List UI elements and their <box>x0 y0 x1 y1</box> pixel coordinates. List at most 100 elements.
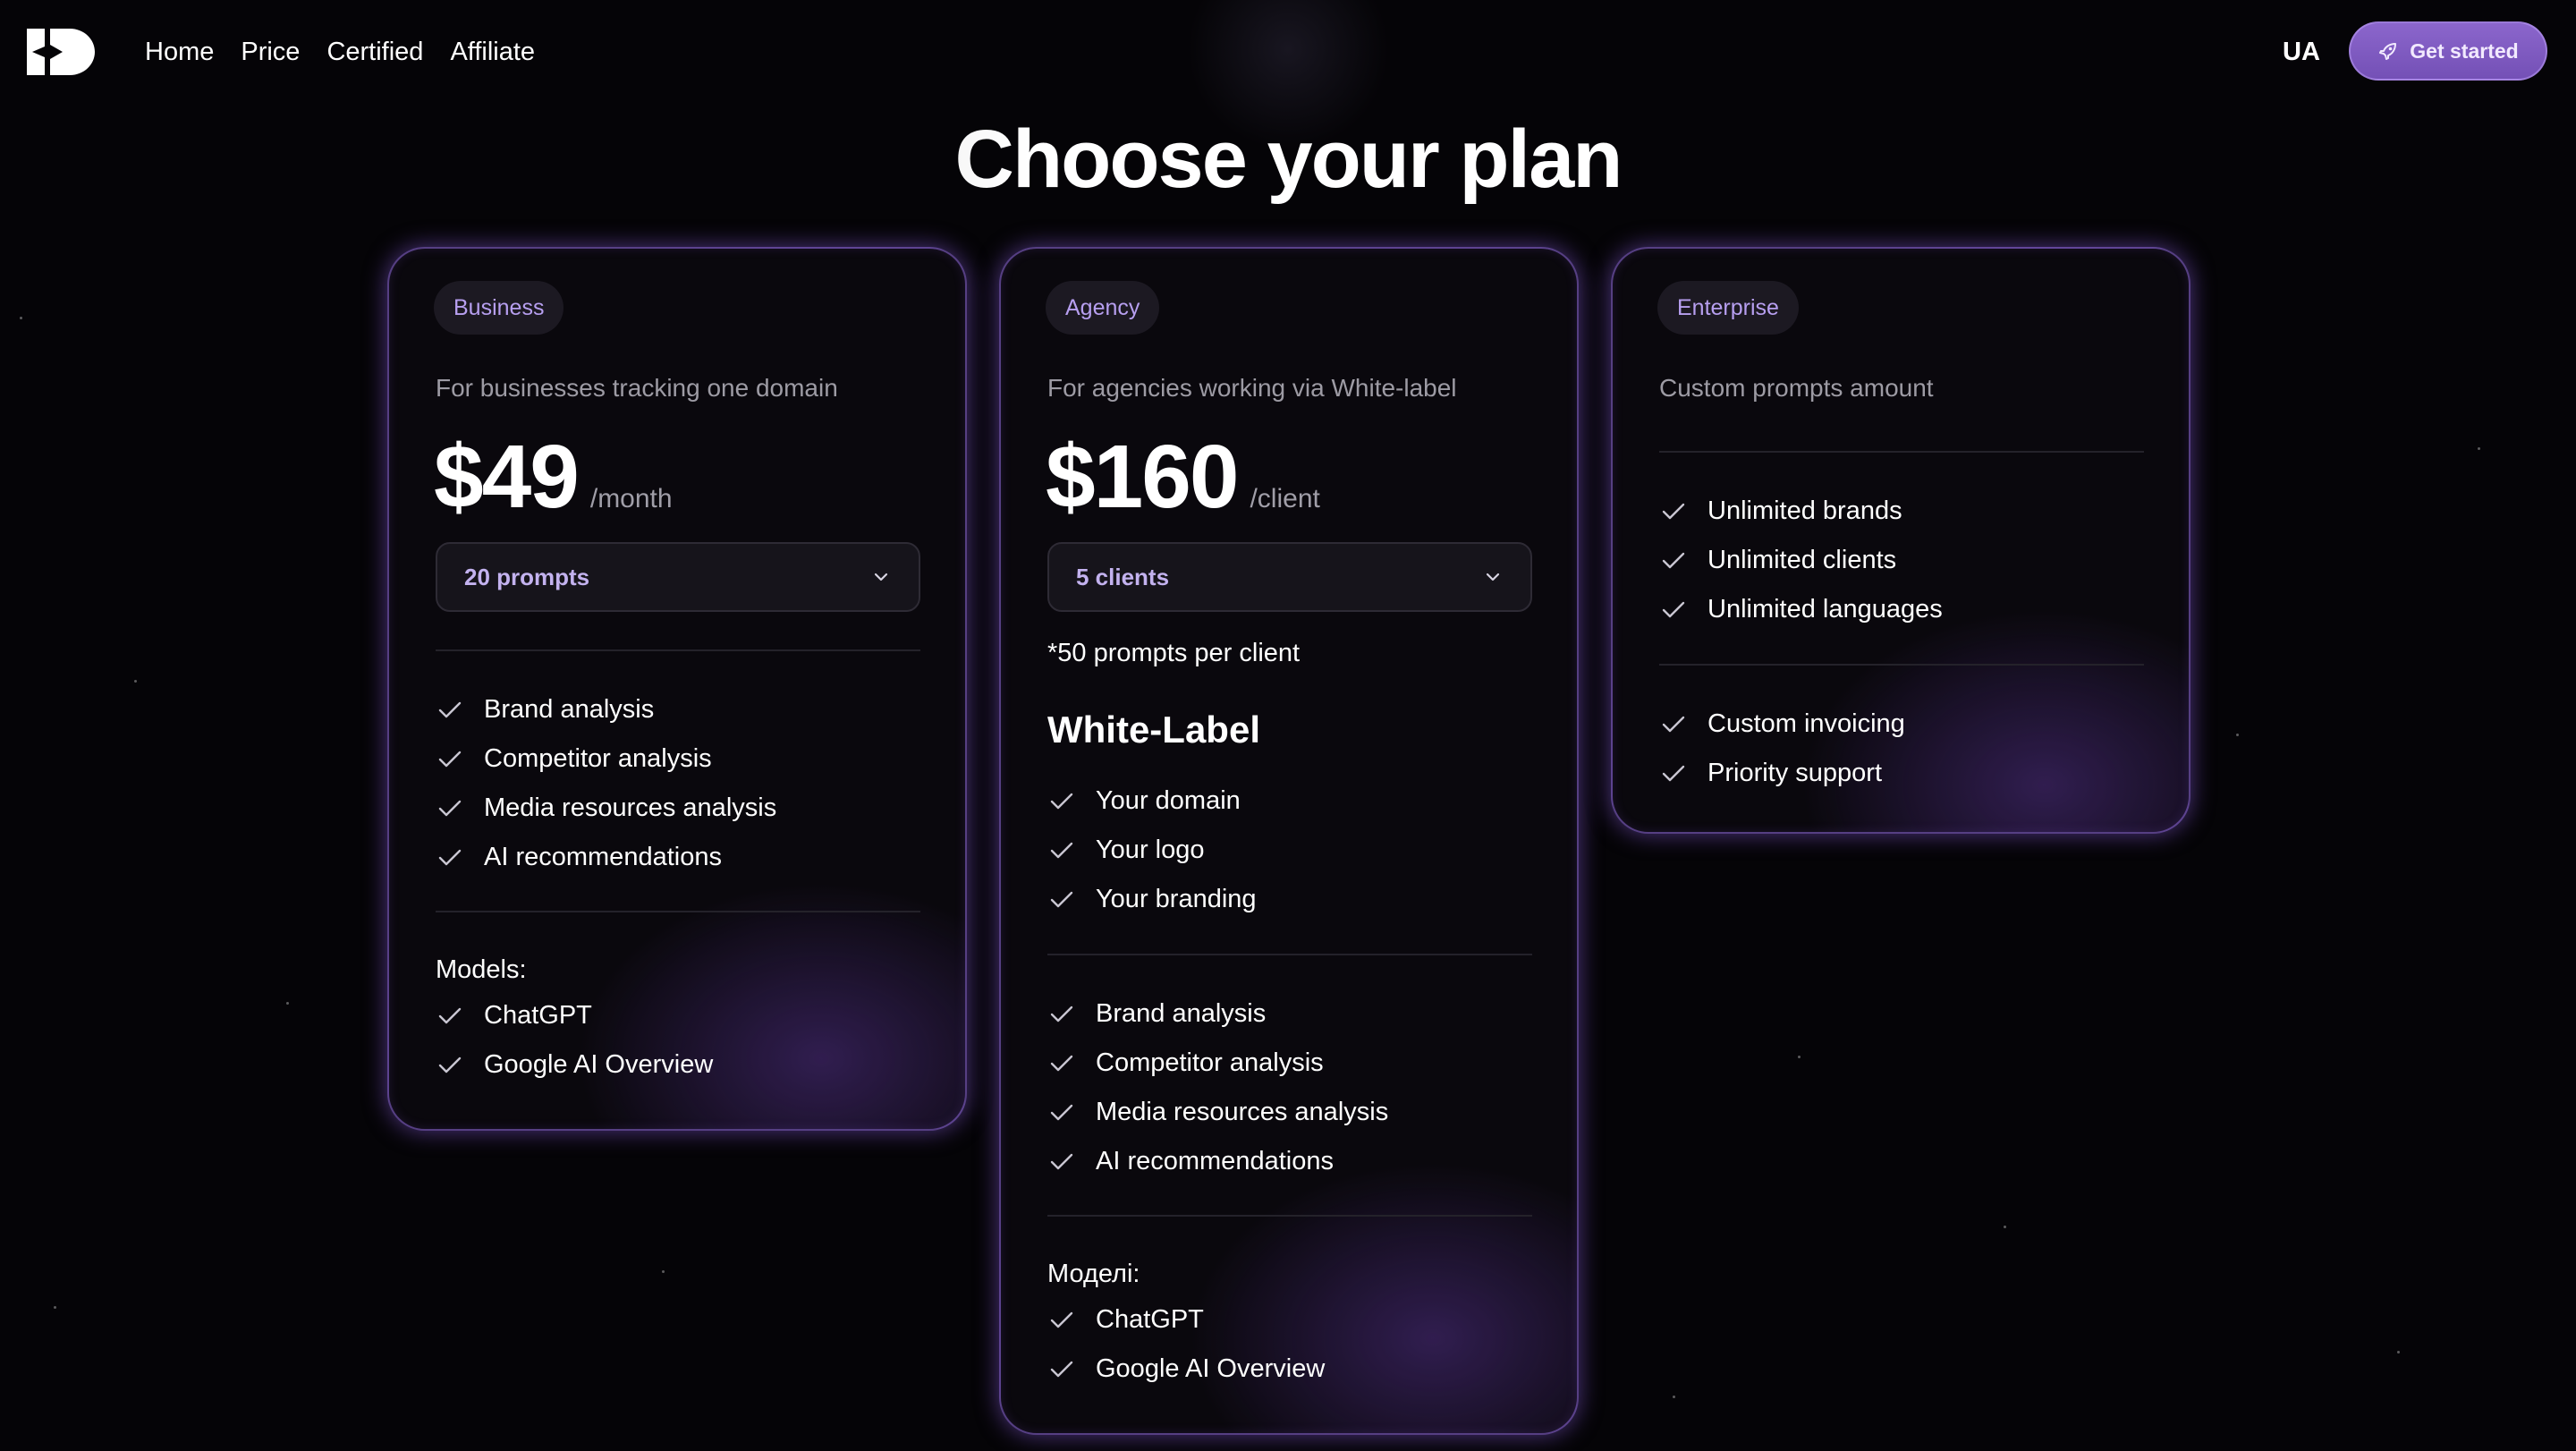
divider <box>436 649 920 651</box>
list-item: Competitor analysis <box>436 734 920 784</box>
check-icon <box>1662 765 1685 781</box>
star <box>662 1270 665 1273</box>
prompts-select[interactable]: 20 prompts <box>436 542 920 612</box>
divider <box>1659 664 2144 666</box>
list-item: Unlimited languages <box>1659 585 2144 634</box>
check-icon <box>1050 1153 1073 1169</box>
feature-text: Brand analysis <box>484 695 655 724</box>
feature-text: AI recommendations <box>1096 1147 1334 1175</box>
plan-period: /client <box>1250 484 1320 513</box>
list-item: ChatGPT <box>436 991 920 1040</box>
feature-text: Unlimited languages <box>1707 595 1943 624</box>
list-item: Your logo <box>1047 826 1532 875</box>
nav-link-certified[interactable]: Certified <box>326 32 423 72</box>
star <box>2004 1226 2006 1228</box>
price-row: $160 /client <box>1046 426 1320 529</box>
plan-subtitle: For agencies working via White-label <box>1047 374 1457 402</box>
check-icon <box>438 701 462 717</box>
feature-list: Unlimited brands Unlimited clients Unlim… <box>1659 487 2144 634</box>
feature-text: Priority support <box>1707 759 1883 787</box>
check-icon <box>1662 716 1685 732</box>
star <box>2236 734 2239 736</box>
star <box>20 317 22 319</box>
divider <box>436 911 920 912</box>
feature-text: Competitor analysis <box>1096 1048 1324 1077</box>
divider <box>1659 451 2144 453</box>
star <box>286 1002 289 1005</box>
check-icon <box>1662 552 1685 568</box>
check-icon <box>438 849 462 865</box>
chevron-down-icon <box>1486 573 1500 581</box>
plan-card-business: Business For businesses tracking one dom… <box>387 247 967 1131</box>
check-icon <box>438 800 462 816</box>
plan-period: /month <box>589 484 673 513</box>
list-item: Brand analysis <box>1047 989 1532 1039</box>
nav-links: Home Price Certified Affiliate <box>145 32 535 72</box>
list-item: Priority support <box>1659 749 2144 798</box>
list-item: Media resources analysis <box>436 784 920 833</box>
star <box>1798 1056 1801 1058</box>
models-label: Models: <box>436 955 527 984</box>
check-icon <box>1050 1104 1073 1120</box>
white-label-title: White-Label <box>1047 709 1260 751</box>
divider <box>1047 954 1532 955</box>
check-icon <box>1050 1311 1073 1328</box>
page-title: Choose your plan <box>0 113 2576 207</box>
get-started-label: Get started <box>2410 38 2519 63</box>
divider <box>1047 1215 1532 1217</box>
plan-badge: Business <box>434 281 564 335</box>
check-icon <box>1050 1055 1073 1071</box>
plan-subtitle: For businesses tracking one domain <box>436 374 838 402</box>
white-label-list: Your domain Your logo Your branding <box>1047 776 1532 924</box>
language-switcher[interactable]: UA <box>2283 32 2320 72</box>
model-text: Google AI Overview <box>1096 1354 1326 1383</box>
check-icon <box>1662 601 1685 617</box>
brand-logo-icon[interactable] <box>27 29 95 75</box>
check-icon <box>1050 793 1073 809</box>
feature-text: Your branding <box>1096 885 1257 913</box>
clients-select[interactable]: 5 clients <box>1047 542 1532 612</box>
plan-subtitle: Custom prompts amount <box>1659 374 1934 402</box>
plan-price: $160 <box>1046 427 1239 527</box>
check-icon <box>438 1056 462 1073</box>
feature-text: Your domain <box>1096 786 1241 815</box>
top-navigation: Home Price Certified Affiliate UA Get st… <box>0 0 2576 106</box>
list-item: Competitor analysis <box>1047 1039 1532 1088</box>
list-item: Unlimited brands <box>1659 487 2144 536</box>
star <box>134 680 137 683</box>
list-item: AI recommendations <box>1047 1137 1532 1186</box>
list-item: Google AI Overview <box>436 1040 920 1090</box>
model-text: Google AI Overview <box>484 1050 714 1079</box>
feature-list: Brand analysis Competitor analysis Media… <box>1047 989 1532 1186</box>
nav-link-home[interactable]: Home <box>145 32 214 72</box>
prompts-note: *50 prompts per client <box>1047 639 1301 667</box>
star <box>1673 1396 1675 1398</box>
feature-text: Brand analysis <box>1096 999 1267 1028</box>
rocket-icon <box>2379 43 2397 60</box>
check-icon <box>1050 1361 1073 1377</box>
plan-badge: Agency <box>1046 281 1160 335</box>
feature-text: Competitor analysis <box>484 744 712 773</box>
check-icon <box>1662 503 1685 519</box>
models-list: ChatGPT Google AI Overview <box>1047 1295 1532 1394</box>
feature-list: Brand analysis Competitor analysis Media… <box>436 685 920 882</box>
select-value: 20 prompts <box>464 563 590 590</box>
list-item: Unlimited clients <box>1659 536 2144 585</box>
model-text: ChatGPT <box>484 1001 592 1030</box>
plan-card-agency: Agency For agencies working via White-la… <box>999 247 1579 1435</box>
nav-link-affiliate[interactable]: Affiliate <box>450 32 535 72</box>
plan-badge: Enterprise <box>1657 281 1799 335</box>
check-icon <box>1050 1006 1073 1022</box>
models-label: Моделі: <box>1047 1260 1140 1288</box>
plan-card-enterprise: Enterprise Custom prompts amount Unlimit… <box>1611 247 2190 834</box>
check-icon <box>1050 842 1073 858</box>
check-icon <box>438 751 462 767</box>
price-row: $49 /month <box>434 426 673 529</box>
get-started-button[interactable]: Get started <box>2349 21 2547 81</box>
chevron-down-icon <box>874 573 888 581</box>
extras-list: Custom invoicing Priority support <box>1659 700 2144 798</box>
feature-text: AI recommendations <box>484 843 722 871</box>
nav-link-price[interactable]: Price <box>241 32 300 72</box>
list-item: Google AI Overview <box>1047 1345 1532 1394</box>
plan-price: $49 <box>434 427 580 527</box>
